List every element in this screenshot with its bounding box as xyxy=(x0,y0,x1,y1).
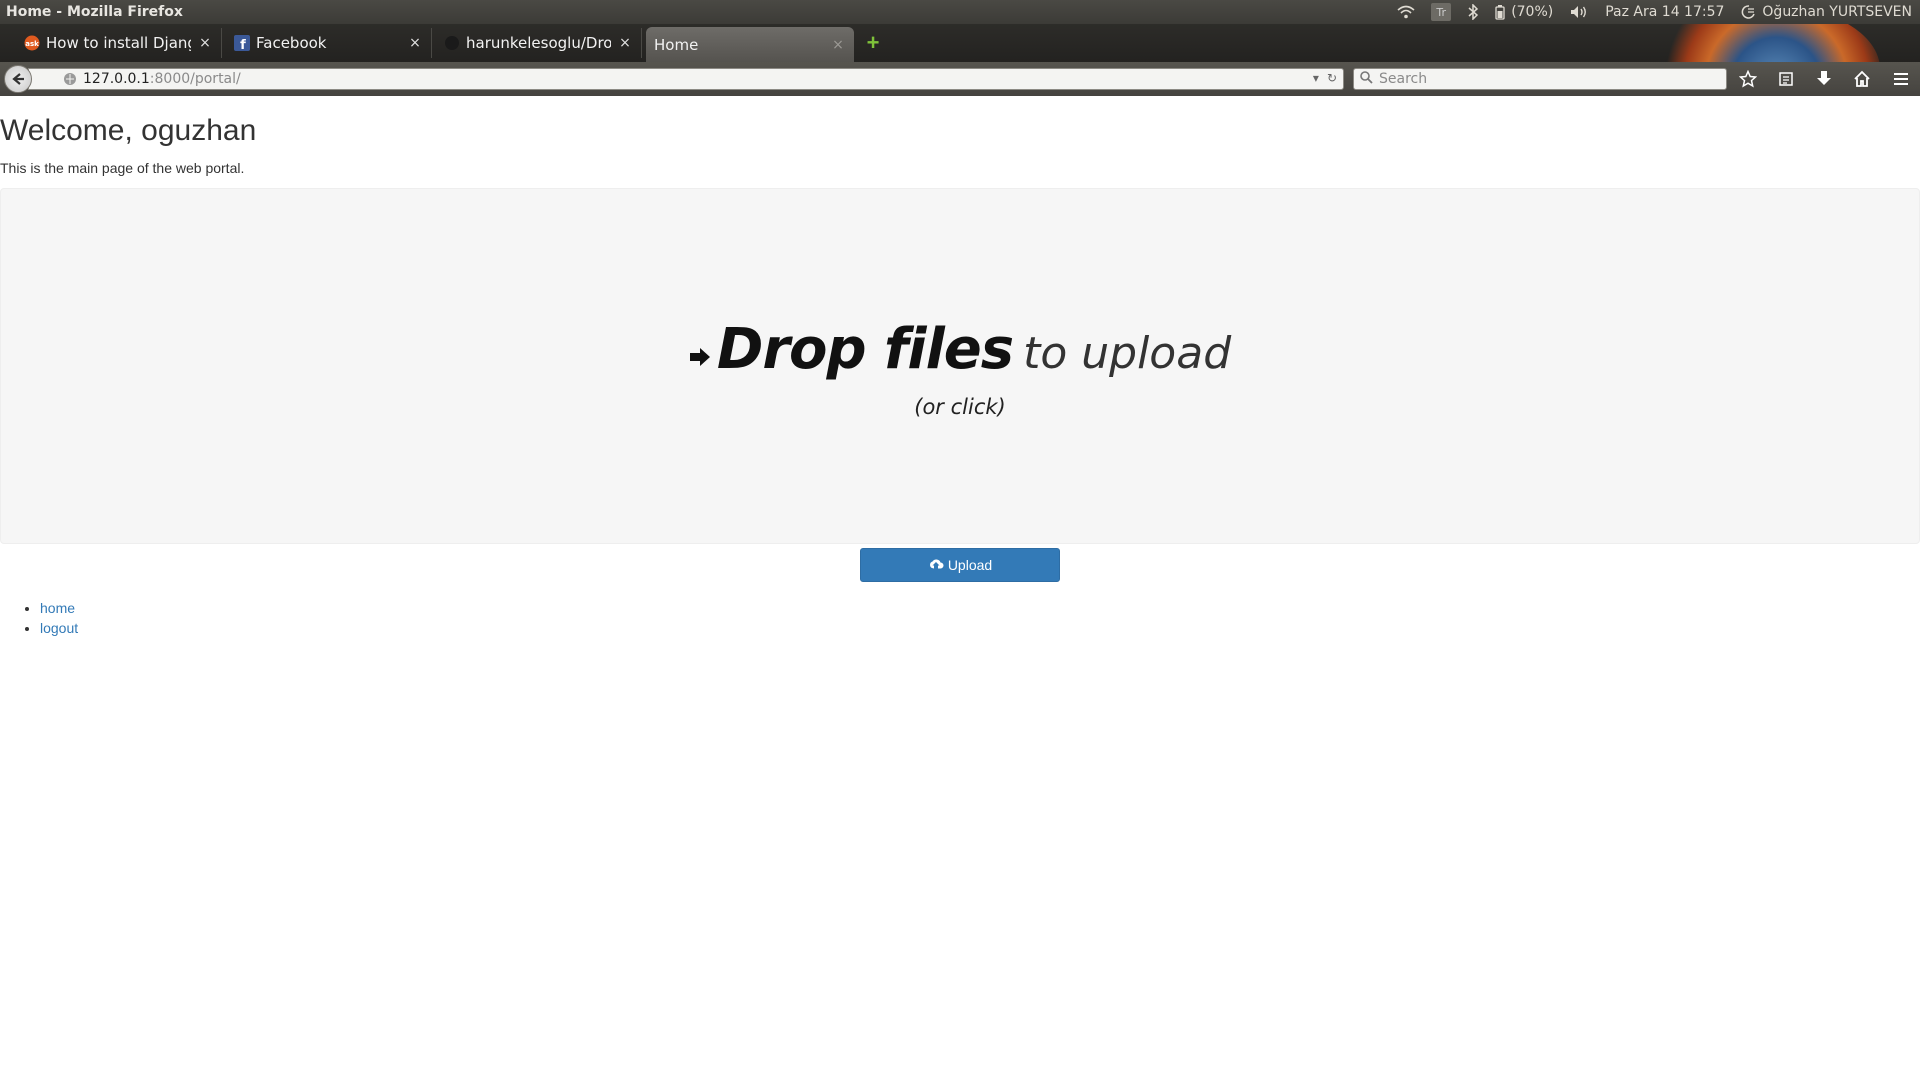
search-bar[interactable]: Search xyxy=(1353,68,1727,90)
history-dropdown-icon[interactable]: ▾ xyxy=(1313,71,1319,85)
keyboard-layout-label: Tr xyxy=(1431,3,1452,21)
page-title: Welcome, oguzhan xyxy=(0,114,257,147)
arrow-right-icon xyxy=(689,348,711,371)
intro-text: This is the main page of the web portal. xyxy=(0,160,245,176)
tab-askubuntu[interactable]: ask How to install Djang... × xyxy=(16,28,222,58)
window-title: Home - Mozilla Firefox xyxy=(6,4,183,20)
github-icon xyxy=(444,35,460,51)
logout-link[interactable]: logout xyxy=(40,620,78,636)
battery-indicator[interactable]: (70%) xyxy=(1495,0,1553,24)
tab-home[interactable]: Home × xyxy=(646,27,854,62)
close-icon[interactable]: × xyxy=(197,35,213,51)
os-top-panel: Home - Mozilla Firefox Tr (70%) Paz Ara … xyxy=(0,0,1920,24)
user-name: Oğuzhan YURTSEVEN xyxy=(1762,4,1912,20)
close-icon[interactable]: × xyxy=(617,35,633,51)
dropzone-bold-text: Drop files xyxy=(716,317,1014,382)
menu-hamburger-icon[interactable] xyxy=(1888,66,1914,92)
datetime-label: Paz Ara 14 17:57 xyxy=(1605,4,1725,20)
file-dropzone[interactable]: Drop files to upload (or click) xyxy=(0,188,1920,544)
close-icon[interactable]: × xyxy=(407,35,423,51)
home-link[interactable]: home xyxy=(40,600,75,616)
bluetooth-icon[interactable] xyxy=(1467,0,1479,24)
firefox-logo-backdrop xyxy=(1650,24,1880,62)
upload-button[interactable]: Upload xyxy=(860,548,1060,582)
list-item: logout xyxy=(40,618,78,638)
battery-percentage: (70%) xyxy=(1511,4,1554,20)
svg-text:ask: ask xyxy=(25,40,39,48)
close-icon[interactable]: × xyxy=(830,37,846,53)
home-icon[interactable] xyxy=(1849,66,1875,92)
list-item: home xyxy=(40,598,78,618)
nav-bar: 127.0.0.1:8000/portal/ ▾ ↻ Search xyxy=(0,62,1920,96)
user-menu[interactable]: Oğuzhan YURTSEVEN xyxy=(1740,0,1912,24)
tab-label: How to install Djang... xyxy=(46,34,191,52)
dropzone-subtext: (or click) xyxy=(914,395,1006,419)
url-host: 127.0.0.1 xyxy=(83,71,150,87)
url-bar[interactable]: 127.0.0.1:8000/portal/ ▾ ↻ xyxy=(28,68,1344,90)
dropzone-light-text: to upload xyxy=(1023,328,1232,379)
search-icon xyxy=(1360,70,1373,88)
clock[interactable]: Paz Ara 14 17:57 xyxy=(1605,0,1724,24)
volume-icon[interactable] xyxy=(1569,0,1589,24)
web-page: Welcome, oguzhan This is the main page o… xyxy=(0,96,1920,1080)
battery-icon xyxy=(1495,5,1505,20)
session-icon xyxy=(1742,5,1756,19)
back-button[interactable] xyxy=(4,65,32,93)
wifi-icon[interactable] xyxy=(1397,0,1415,24)
search-placeholder: Search xyxy=(1379,71,1428,87)
tab-label: Facebook xyxy=(256,34,327,52)
bookmark-star-icon[interactable] xyxy=(1735,66,1761,92)
tab-label: harunkelesoglu/Dro... xyxy=(466,34,611,52)
svg-text:f: f xyxy=(240,38,246,51)
facebook-icon: f xyxy=(234,35,250,51)
back-arrow-icon xyxy=(12,73,24,85)
keyboard-layout-indicator[interactable]: Tr xyxy=(1431,0,1452,24)
download-icon[interactable] xyxy=(1811,66,1837,92)
bookmarks-list-icon[interactable] xyxy=(1773,66,1799,92)
upload-button-label: Upload xyxy=(947,557,993,573)
tab-bar: ask How to install Djang... × f Facebook… xyxy=(0,24,1920,62)
system-indicators: Tr (70%) Paz Ara 14 17:57 Oğuzhan YURTSE… xyxy=(1397,0,1920,24)
askubuntu-icon: ask xyxy=(24,35,40,51)
tab-facebook[interactable]: f Facebook × xyxy=(226,28,432,58)
identity-icon[interactable] xyxy=(63,72,77,86)
tab-label: Home xyxy=(654,35,699,54)
reload-icon[interactable]: ↻ xyxy=(1327,71,1337,85)
url-path: :8000/portal/ xyxy=(149,71,241,87)
tab-github[interactable]: harunkelesoglu/Dro... × xyxy=(436,28,642,58)
cloud-upload-icon xyxy=(929,559,944,569)
dropzone-message: Drop files to upload xyxy=(1,317,1919,382)
new-tab-button[interactable]: + xyxy=(862,32,884,55)
nav-links: home logout xyxy=(40,598,78,638)
